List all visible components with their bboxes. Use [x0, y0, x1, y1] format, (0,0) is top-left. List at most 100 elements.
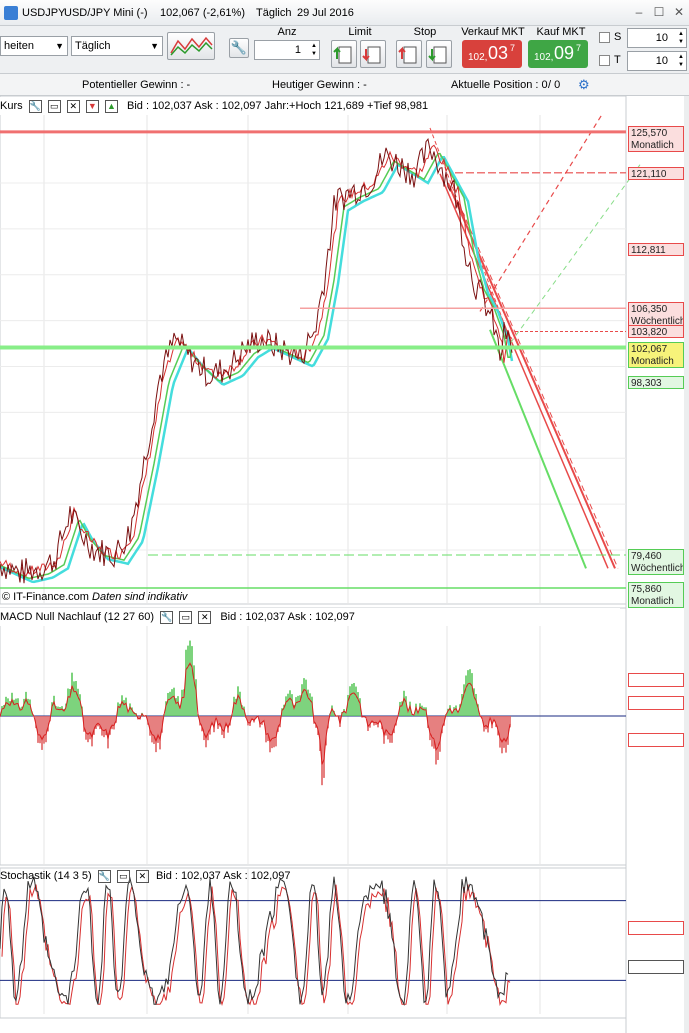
gear-icon[interactable]: ⚙ [578, 77, 590, 93]
sell-price-sup: 7 [510, 43, 516, 53]
buy-price-main: 09 [554, 43, 575, 63]
price-panel-title: Kurs [0, 100, 23, 112]
macd-panel-header: MACD Null Nachlauf (12 27 60) 🔧 ▭ ✕ Bid … [0, 608, 620, 626]
window-symbol: USDJPY [22, 7, 66, 19]
t-checkbox[interactable] [599, 55, 610, 66]
price-panel-quote: Bid : 102,037 Ask : 102,097 Jahr:+Hoch 1… [127, 100, 429, 112]
today-gain: Heutiger Gewinn : - [272, 79, 367, 91]
limit-buy-icon [333, 46, 352, 64]
price-level-value: 121,110 [631, 168, 667, 180]
current-position-tail: / 0 [548, 79, 561, 91]
sell-market-button[interactable]: 102, 03 7 [462, 40, 522, 68]
stoch-value-tag [628, 921, 684, 936]
anz-label: Anz [277, 26, 297, 38]
s-checkbox[interactable] [599, 32, 610, 43]
t-input[interactable]: 10 ▲ ▼ [627, 51, 687, 71]
buy-market-button[interactable]: 102, 09 7 [528, 40, 588, 68]
price-level-value: 103,820 [631, 327, 668, 339]
buy-price-prefix: 102, [534, 52, 554, 63]
close-icon[interactable]: ✕ [135, 869, 149, 883]
stop-buy-button[interactable] [396, 40, 422, 68]
price-level-value: 79,460 [631, 550, 662, 562]
indicator-button[interactable] [167, 32, 215, 60]
wrench-icon[interactable]: 🔧 [229, 38, 249, 58]
macd-panel-quote: Bid : 102,037 Ask : 102,097 [220, 611, 355, 623]
stop-sell-button[interactable] [426, 40, 452, 68]
close-icon[interactable]: ✕ [66, 99, 80, 113]
price-level-tag: 103,820 [628, 325, 684, 339]
spinner-arrows-icon[interactable]: ▲ ▼ [678, 53, 684, 69]
limit-sell-button[interactable] [360, 40, 386, 68]
price-level-tag: 79,460 Wöchentlich [628, 548, 684, 575]
arrow-up-icon[interactable]: ▲ [104, 99, 118, 113]
price-level-tag: 121,110 [628, 166, 684, 180]
stoch-panel-quote: Bid : 102,037 Ask : 102,097 [155, 870, 291, 882]
window-price: 102,067 (-2,61%) [160, 7, 245, 19]
indicator-chart-icon [170, 36, 213, 56]
close-icon[interactable]: ✕ [672, 5, 686, 19]
stoch-panel-title: Stochastik (14 3 5) [0, 870, 92, 882]
period-select[interactable]: Täglich ▼ [71, 36, 163, 56]
sell-price-prefix: 102, [468, 52, 488, 63]
close-icon[interactable]: ✕ [198, 610, 212, 624]
anz-input[interactable]: 1 ▲ ▼ [254, 40, 320, 60]
t-label: T [614, 54, 621, 66]
stoch-value-tag [628, 959, 684, 974]
buy-price-sup: 7 [576, 43, 582, 53]
price-level-tag: 98,303 [628, 376, 684, 390]
stop-label: Stop [413, 26, 437, 38]
window-icon[interactable]: ▭ [116, 869, 130, 883]
potential-gain: Potentieller Gewinn : - [82, 79, 191, 91]
limit-buy-button[interactable] [331, 40, 357, 68]
wrench-icon[interactable]: 🔧 [97, 869, 111, 883]
chevron-down-icon: ▼ [150, 41, 159, 51]
spinner-arrows-icon[interactable]: ▲ ▼ [678, 30, 684, 46]
s-label: S [614, 31, 622, 43]
wrench-icon[interactable]: 🔧 [160, 610, 174, 624]
price-level-tag: 125,570 Monatlich [628, 125, 684, 152]
price-level-note: Monatlich [631, 355, 674, 367]
price-level-value: 112,811 [631, 244, 666, 256]
limit-sell-icon [362, 46, 381, 64]
price-level-tag: 112,811 [628, 242, 684, 256]
title-bar: USDJPY USD/JPY Mini (-) 102,067 (-2,61%)… [0, 0, 689, 26]
s-input[interactable]: 10 ▲ ▼ [627, 28, 687, 48]
s-value: 10 [655, 32, 668, 44]
stop-sell-icon [428, 46, 447, 64]
minimize-icon[interactable]: – [632, 5, 646, 19]
copyright: © IT-Finance.com Daten sind indikativ [2, 591, 187, 603]
scrollbar [684, 96, 689, 1033]
price-level-note: Monatlich [631, 595, 674, 607]
price-level-note: Wöchentlich [631, 562, 684, 574]
anz-value: 1 [294, 44, 301, 56]
spinner-arrows-icon[interactable]: ▲ ▼ [311, 42, 317, 58]
copyright-text: © IT-Finance.com [2, 591, 89, 603]
current-position: Aktuelle Position : 0 [451, 79, 548, 91]
price-level-tag: 75,860 Monatlich [628, 581, 684, 608]
buy-label: Kauf MKT [536, 26, 586, 38]
app-icon [4, 6, 18, 20]
price-level-tag: 102,067 Monatlich [628, 341, 684, 368]
maximize-icon[interactable]: ☐ [652, 5, 666, 19]
price-level-value: 98,303 [631, 378, 662, 390]
wrench-icon[interactable]: 🔧 [28, 99, 42, 113]
price-panel-header: Kurs 🔧 ▭ ✕ ▼ ▲ Bid : 102,037 Ask : 102,0… [0, 97, 620, 115]
macd-panel-title: MACD Null Nachlauf (12 27 60) [0, 611, 155, 623]
stoch-panel-frame [0, 867, 627, 1019]
unit-select-value: heiten [4, 40, 34, 52]
window-period: Täglich [256, 7, 292, 19]
toolbar: heiten ▼ Täglich ▼ 🔧 Anz 1 ▲ ▼ Limit Stop… [0, 26, 689, 74]
macd-value-tag [628, 672, 684, 687]
price-level-value: 102,067 [631, 343, 668, 355]
unit-select[interactable]: heiten ▼ [0, 36, 68, 56]
disclaimer-text: Daten sind indikativ [92, 591, 188, 603]
window-icon[interactable]: ▭ [179, 610, 193, 624]
sell-label: Verkauf MKT [461, 26, 525, 38]
arrow-down-icon[interactable]: ▼ [85, 99, 99, 113]
chart-area [0, 96, 689, 1033]
price-level-value: 75,860 [631, 583, 662, 595]
price-level-tag: 106,350 Wöchentlich [628, 302, 684, 329]
window-icon[interactable]: ▭ [47, 99, 61, 113]
price-panel-frame [0, 96, 627, 605]
price-level-value: 106,350 [631, 304, 668, 316]
